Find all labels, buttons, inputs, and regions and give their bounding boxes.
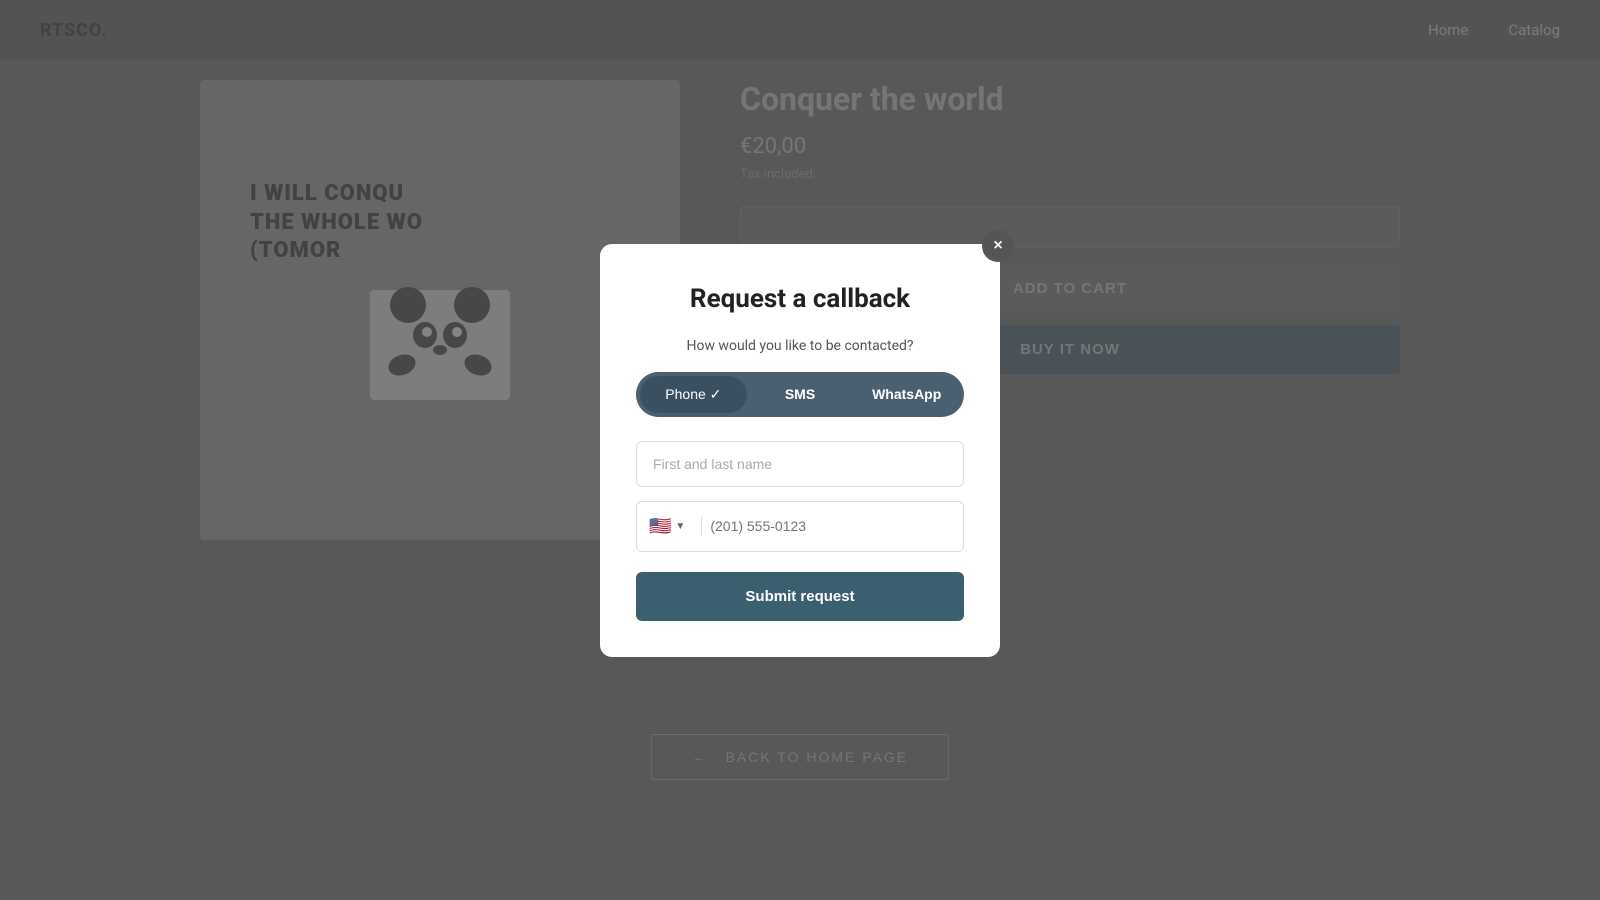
phone-input[interactable] — [710, 504, 951, 548]
modal-close-button[interactable]: × — [982, 230, 1014, 262]
chevron-down-icon: ▼ — [675, 521, 685, 532]
phone-field-wrapper: 🇺🇸 ▼ — [636, 501, 964, 552]
name-input[interactable] — [636, 441, 964, 487]
tab-sms[interactable]: SMS — [747, 376, 854, 413]
tab-phone-check: ✓ — [710, 386, 722, 402]
callback-modal: × Request a callback How would you like … — [600, 244, 1000, 657]
country-selector[interactable]: 🇺🇸 ▼ — [649, 502, 693, 551]
modal-overlay: × Request a callback How would you like … — [0, 0, 1600, 900]
phone-divider — [701, 516, 702, 536]
tab-sms-label: SMS — [785, 386, 815, 402]
modal-title: Request a callback — [636, 284, 964, 314]
contact-method-tabs: Phone ✓ SMS WhatsApp — [636, 372, 964, 417]
submit-request-button[interactable]: Submit request — [636, 572, 964, 621]
modal-subtitle: How would you like to be contacted? — [636, 338, 964, 354]
tab-whatsapp[interactable]: WhatsApp — [853, 376, 960, 413]
tab-phone[interactable]: Phone ✓ — [640, 376, 747, 413]
tab-whatsapp-label: WhatsApp — [872, 386, 941, 402]
tab-phone-label: Phone — [665, 386, 705, 402]
flag-emoji: 🇺🇸 — [649, 516, 671, 537]
